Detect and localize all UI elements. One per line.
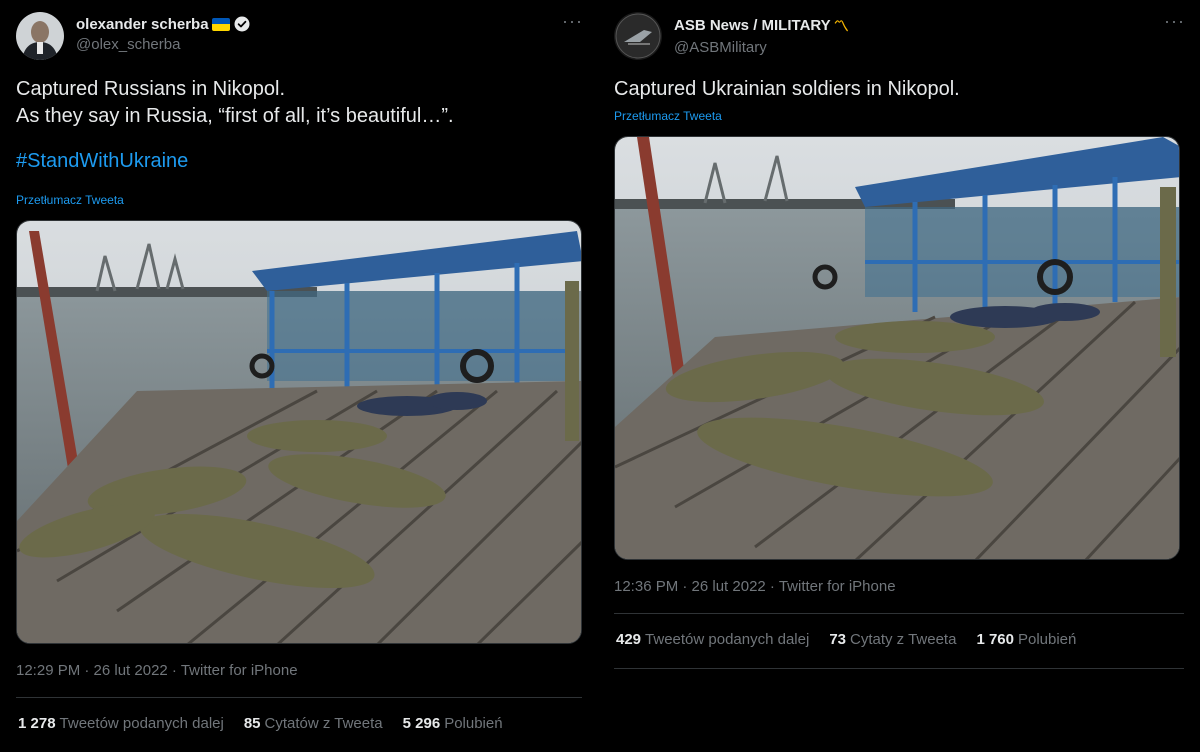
user-handle[interactable]: @olex_scherba [76, 36, 251, 53]
tweet-timestamp[interactable]: 12:29 PM · 26 lut 2022 · Twitter for iPh… [16, 662, 298, 679]
stat-count: 85 [243, 715, 261, 732]
display-name[interactable]: ASB News / MILITARY 〽 [674, 15, 849, 36]
tweet-photo[interactable] [16, 220, 582, 644]
stat-label: Polubień [444, 715, 503, 732]
tweet-photo[interactable] [614, 136, 1180, 560]
tweet-right: ASB News / MILITARY 〽 @ASBMilitary ··· C… [598, 0, 1200, 752]
display-name-text[interactable]: ASB News / MILITARY [674, 17, 831, 34]
hashtag-link[interactable]: #StandWithUkraine [16, 148, 582, 175]
tweet-header: olexander scherba @olex_scherba ··· [16, 12, 582, 60]
stat-label: Cytaty z Tweeta [850, 631, 957, 648]
stat-count: 1 278 [18, 715, 56, 732]
tweet-text-line-2: As they say in Russia, “first of all, it… [16, 105, 454, 127]
retweets-stat[interactable]: 1 278 Tweetów podanych dalej [18, 715, 224, 732]
verified-badge-icon [234, 16, 250, 32]
tweet-text-line-1: Captured Russians in Nikopol. [16, 78, 286, 100]
ukraine-flag-icon [211, 17, 230, 31]
stat-label: Cytatów z Tweeta [264, 715, 383, 732]
stat-label: Tweetów podanych dalej [645, 631, 810, 648]
tweet-text-line-1: Captured Ukrainian soldiers in Nikopol. [614, 78, 960, 100]
user-avatar[interactable] [16, 12, 64, 60]
user-handle[interactable]: @ASBMilitary [674, 39, 849, 56]
quotes-stat[interactable]: 85 Cytatów z Tweeta [244, 715, 383, 732]
likes-stat[interactable]: 5 296 Polubień [403, 715, 503, 732]
emoji-icon: 〽 [833, 18, 849, 35]
retweets-stat[interactable]: 429 Tweetów podanych dalej [616, 631, 809, 648]
translate-tweet-link[interactable]: Przetłumacz Tweeta [16, 193, 124, 207]
stat-count: 429 [616, 631, 642, 648]
tweet-stats: 429 Tweetów podanych dalej 73 Cytaty z Twe… [616, 631, 1076, 648]
tweet-header: ASB News / MILITARY 〽 @ASBMilitary ··· [614, 12, 1184, 60]
stat-label: Tweetów podanych dalej [59, 715, 224, 732]
stat-count: 1 760 [976, 631, 1014, 648]
display-name-text[interactable]: olexander scherba [76, 16, 209, 33]
divider [614, 668, 1184, 669]
likes-stat[interactable]: 1 760 Polubień [976, 631, 1076, 648]
user-avatar[interactable] [614, 12, 662, 60]
display-name[interactable]: olexander scherba [76, 15, 251, 33]
tweet-text: Captured Ukrainian soldiers in Nikopol. [614, 76, 1184, 103]
translate-tweet-link[interactable]: Przetłumacz Tweeta [614, 109, 722, 123]
stat-count: 73 [829, 631, 846, 648]
tweet-stats: 1 278 Tweetów podanych dalej 85 Cytatów z … [18, 715, 503, 732]
stat-label: Polubień [1017, 631, 1077, 648]
divider [614, 613, 1184, 614]
quotes-stat[interactable]: 73 Cytaty z Tweeta [829, 631, 956, 648]
more-icon[interactable]: ··· [562, 12, 582, 36]
more-icon[interactable]: ··· [1164, 12, 1184, 36]
stat-count: 5 296 [402, 715, 441, 732]
tweet-text: Captured Russians in Nikopol. As they sa… [16, 76, 582, 175]
tweet-left: olexander scherba @olex_scherba ··· Capt… [0, 0, 598, 752]
tweet-timestamp[interactable]: 12:36 PM · 26 lut 2022 · Twitter for iPh… [614, 578, 896, 595]
divider [16, 697, 582, 698]
